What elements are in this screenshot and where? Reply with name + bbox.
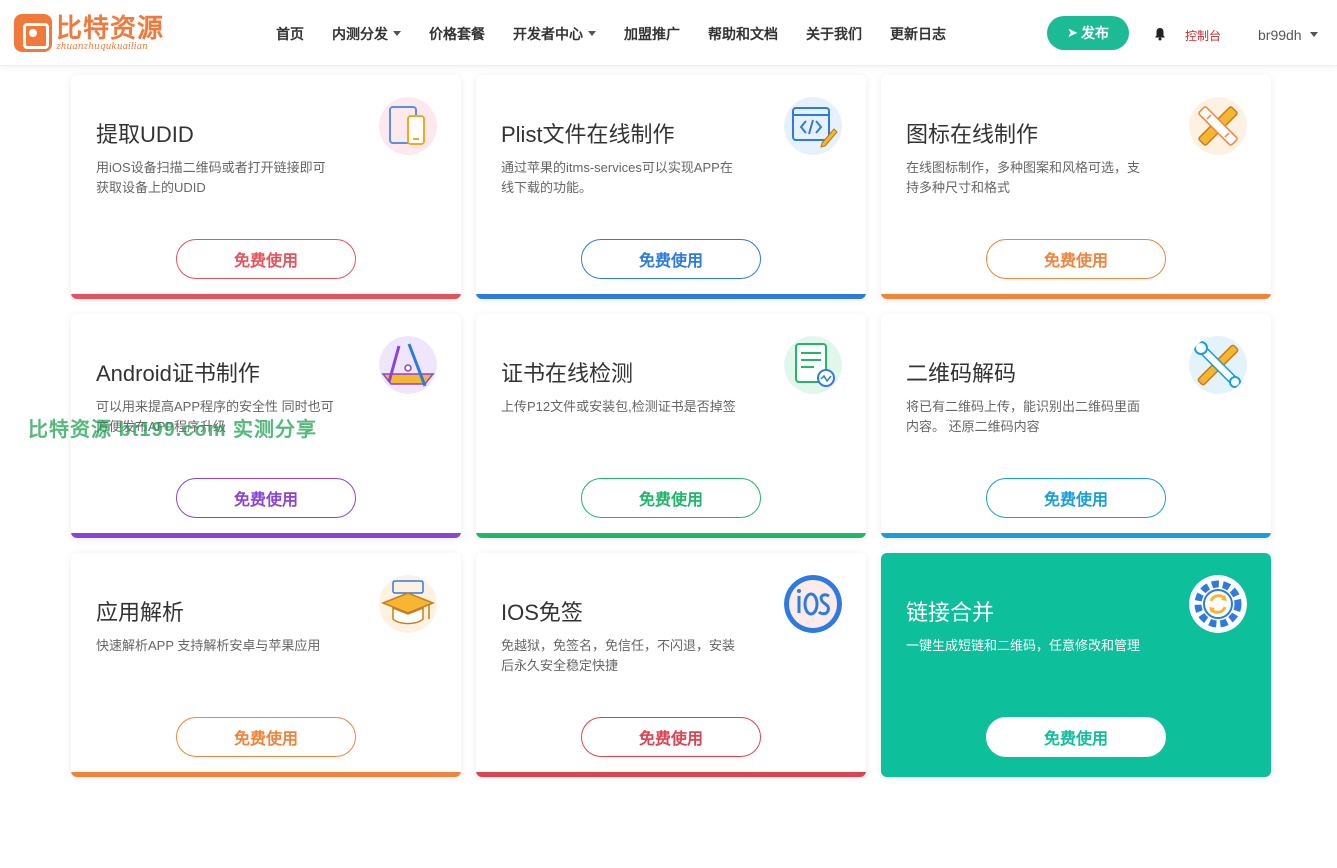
code-file-icon: [784, 97, 842, 155]
certificate-doc-icon: [784, 336, 842, 394]
graduation-cap-icon: [379, 575, 437, 633]
card-description: 将已有二维码上传，能识别出二维码里面内容。 还原二维码内容: [906, 399, 1141, 434]
card-accent-bar: [476, 772, 866, 777]
nav-beta-distribution[interactable]: 内测分发: [332, 24, 401, 44]
chevron-down-icon: [1309, 31, 1318, 37]
card-title: 图标在线制作: [906, 122, 1039, 147]
card-description: 一键生成短链和二维码，任意修改和管理: [906, 638, 1141, 653]
publish-button[interactable]: ➤ 发布: [1047, 16, 1129, 50]
card-description: 在线图标制作，多种图案和风格可选，支持多种尺寸和格式: [906, 160, 1141, 195]
free-use-button[interactable]: 免费使用: [986, 717, 1166, 757]
free-use-button[interactable]: 免费使用: [176, 239, 356, 279]
wrench-hammer-icon: [1189, 336, 1247, 394]
free-use-button[interactable]: 免费使用: [986, 478, 1166, 518]
tablet-phone-icon: [379, 97, 437, 155]
free-use-button[interactable]: 免费使用: [176, 478, 356, 518]
card-cert-check: 证书在线检测 上传P12文件或安装包,检测证书是否掉签 免费使用: [476, 314, 866, 538]
free-use-button[interactable]: 免费使用: [176, 717, 356, 757]
card-accent-bar: [476, 533, 866, 538]
nav-pricing[interactable]: 价格套餐: [429, 24, 485, 44]
card-title: IOS免签: [501, 600, 583, 625]
drafting-tools-icon: [379, 336, 437, 394]
nav-changelog[interactable]: 更新日志: [890, 24, 946, 44]
card-description: 通过苹果的itms-services可以实现APP在线下载的功能。: [501, 160, 733, 195]
free-use-button[interactable]: 免费使用: [581, 478, 761, 518]
card-title: 提取UDID: [96, 122, 194, 147]
card-accent-bar: [71, 533, 461, 538]
brand-logo[interactable]: 比特资源 zhuanzhuqukuailian: [14, 13, 164, 53]
card-accent-bar: [71, 772, 461, 777]
card-accent-bar: [881, 294, 1271, 299]
chevron-down-icon: [393, 30, 401, 36]
card-qr-decode: 二维码解码 将已有二维码上传，能识别出二维码里面内容。 还原二维码内容 免费使用: [881, 314, 1271, 538]
ios-badge-icon: [784, 575, 842, 633]
card-description: 用iOS设备扫描二维码或者打开链接即可获取设备上的UDID: [96, 160, 326, 195]
card-description: 快速解析APP 支持解析安卓与苹果应用: [96, 638, 321, 653]
card-ios-nosign: IOS免签 免越狱，免签名，免信任，不闪退，安装后永久安全稳定快捷 免费使用: [476, 553, 866, 777]
card-accent-bar: [476, 294, 866, 299]
card-accent-bar: [71, 294, 461, 299]
top-header: 比特资源 zhuanzhuqukuailian 首页 内测分发 价格套餐 开发者…: [0, 0, 1337, 66]
logo-icon: [14, 14, 52, 52]
brand-subtitle: zhuanzhuqukuailian: [56, 41, 148, 52]
card-title: Android证书制作: [96, 361, 260, 386]
brand-title: 比特资源: [56, 12, 165, 43]
card-plist: Plist文件在线制作 通过苹果的itms-services可以实现APP在线下…: [476, 75, 866, 299]
card-title: Plist文件在线制作: [501, 122, 675, 147]
card-description: 上传P12文件或安装包,检测证书是否掉签: [501, 399, 736, 414]
free-use-button[interactable]: 免费使用: [581, 239, 761, 279]
card-title: 应用解析: [96, 600, 185, 625]
card-accent-bar: [881, 533, 1271, 538]
console-link[interactable]: 控制台: [1185, 27, 1221, 44]
card-title: 二维码解码: [906, 361, 1017, 386]
pencil-ruler-icon: [1189, 97, 1247, 155]
free-use-button[interactable]: 免费使用: [986, 239, 1166, 279]
card-title: 链接合并: [906, 600, 995, 625]
gear-sync-icon: [1189, 575, 1247, 633]
nav-help-docs[interactable]: 帮助和文档: [708, 24, 778, 44]
main-nav: 首页 内测分发 价格套餐 开发者中心 加盟推广 帮助和文档 关于我们 更新日志: [262, 24, 960, 44]
watermark-text: 比特资源 bt199.com 实测分享: [28, 419, 318, 441]
nav-affiliate[interactable]: 加盟推广: [624, 24, 680, 44]
chevron-down-icon: [588, 30, 596, 36]
bell-icon[interactable]: [1153, 27, 1167, 41]
nav-home[interactable]: 首页: [276, 24, 304, 44]
nav-developer-center[interactable]: 开发者中心: [513, 24, 596, 44]
card-app-parse: 应用解析 快速解析APP 支持解析安卓与苹果应用 免费使用: [71, 553, 461, 777]
user-menu[interactable]: br99dh: [1258, 27, 1318, 43]
paper-plane-icon: ➤: [1067, 25, 1078, 40]
card-udid: 提取UDID 用iOS设备扫描二维码或者打开链接即可获取设备上的UDID 免费使…: [71, 75, 461, 299]
card-icon-maker: 图标在线制作 在线图标制作，多种图案和风格可选，支持多种尺寸和格式 免费使用: [881, 75, 1271, 299]
nav-about[interactable]: 关于我们: [806, 24, 862, 44]
card-title: 证书在线检测: [501, 361, 634, 386]
card-link-merge: 链接合并 一键生成短链和二维码，任意修改和管理 免费使用: [881, 553, 1271, 777]
free-use-button[interactable]: 免费使用: [581, 717, 761, 757]
card-description: 免越狱，免签名，免信任，不闪退，安装后永久安全稳定快捷: [501, 638, 736, 673]
